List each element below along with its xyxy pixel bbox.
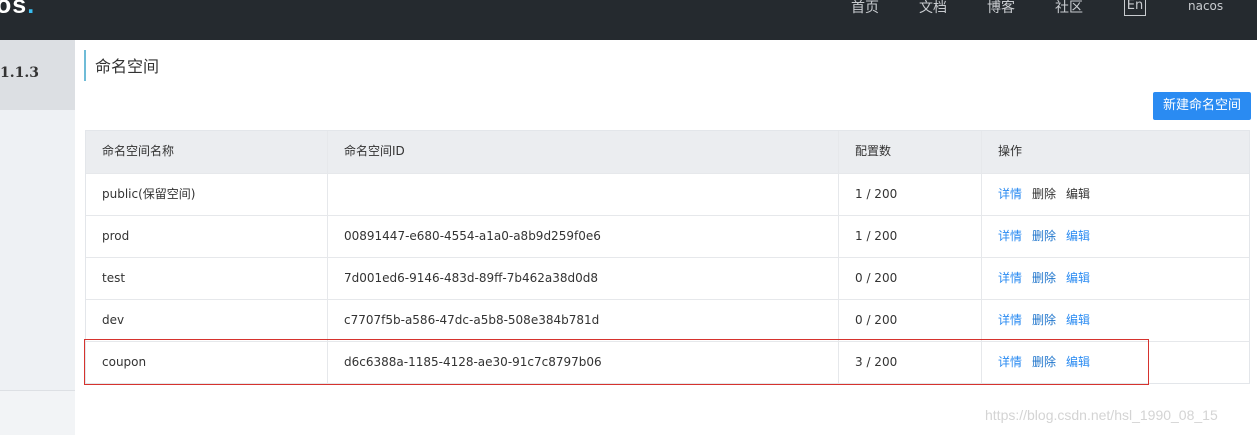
version-panel: 1.1.3 [0, 40, 75, 110]
table-header: 命名空间名称 命名空间ID 配置数 操作 [86, 131, 1249, 173]
delete-link[interactable]: 删除 [1032, 187, 1056, 201]
detail-link[interactable]: 详情 [998, 229, 1022, 243]
sidebar: 1.1.3 [0, 40, 75, 435]
delete-link[interactable]: 删除 [1032, 313, 1056, 327]
config-count: 1 / 200 [839, 174, 982, 215]
version-label: 1.1.3 [0, 65, 39, 81]
nav-blog[interactable]: 博客 [987, 0, 1015, 17]
edit-link[interactable]: 编辑 [1066, 229, 1090, 243]
new-namespace-button[interactable]: 新建命名空间 [1153, 92, 1251, 120]
column-header-name: 命名空间名称 [86, 131, 328, 173]
detail-link[interactable]: 详情 [998, 313, 1022, 327]
namespace-id: c7707f5b-a586-47dc-a5b8-508e384b781d [328, 300, 839, 341]
table-row: dev c7707f5b-a586-47dc-a5b8-508e384b781d… [86, 299, 1249, 341]
table-row: test 7d001ed6-9146-483d-89ff-7b462a38d0d… [86, 257, 1249, 299]
column-header-actions: 操作 [998, 144, 1023, 158]
namespace-name: dev [86, 300, 328, 341]
page-title: 命名空间 [84, 50, 159, 81]
namespace-id: 00891447-e680-4554-a1a0-a8b9d259f0e6 [328, 216, 839, 257]
namespace-id [328, 174, 839, 215]
nav-home[interactable]: 首页 [851, 0, 879, 17]
language-switch[interactable]: En [1124, 0, 1146, 16]
user-name[interactable]: nacos [1188, 0, 1223, 13]
namespace-name: test [86, 258, 328, 299]
namespace-name: public(保留空间) [86, 174, 328, 215]
row-actions: 详情 删除 编辑 [982, 174, 1249, 215]
config-count: 0 / 200 [839, 300, 982, 341]
column-header-id: 命名空间ID [328, 131, 839, 173]
config-count: 1 / 200 [839, 216, 982, 257]
sidebar-item[interactable] [0, 391, 75, 435]
top-navbar: os. 首页 文档 博客 社区 En nacos [0, 0, 1257, 40]
detail-link[interactable]: 详情 [998, 187, 1022, 201]
watermark-text: https://blog.csdn.net/hsl_1990_08_15 [985, 407, 1218, 423]
table-row: prod 00891447-e680-4554-a1a0-a8b9d259f0e… [86, 215, 1249, 257]
column-header-count: 配置数 [839, 131, 982, 173]
namespace-name: prod [86, 216, 328, 257]
row-actions: 详情 删除 编辑 [982, 216, 1249, 257]
edit-link[interactable]: 编辑 [1066, 313, 1090, 327]
delete-link[interactable]: 删除 [1032, 229, 1056, 243]
logo-text: os [0, 0, 28, 19]
nav-community[interactable]: 社区 [1055, 0, 1083, 17]
highlight-box [84, 339, 1149, 385]
table-row: public(保留空间) 1 / 200 详情 删除 编辑 [86, 173, 1249, 215]
namespace-id: 7d001ed6-9146-483d-89ff-7b462a38d0d8 [328, 258, 839, 299]
config-count: 0 / 200 [839, 258, 982, 299]
row-actions: 详情 删除 编辑 [982, 258, 1249, 299]
detail-link[interactable]: 详情 [998, 271, 1022, 285]
row-actions: 详情 删除 编辑 [982, 300, 1249, 341]
nav-docs[interactable]: 文档 [919, 0, 947, 17]
logo-dot: . [27, 0, 36, 19]
delete-link[interactable]: 删除 [1032, 271, 1056, 285]
edit-link[interactable]: 编辑 [1066, 271, 1090, 285]
nacos-logo[interactable]: os. [0, 0, 35, 20]
edit-link[interactable]: 编辑 [1066, 187, 1090, 201]
